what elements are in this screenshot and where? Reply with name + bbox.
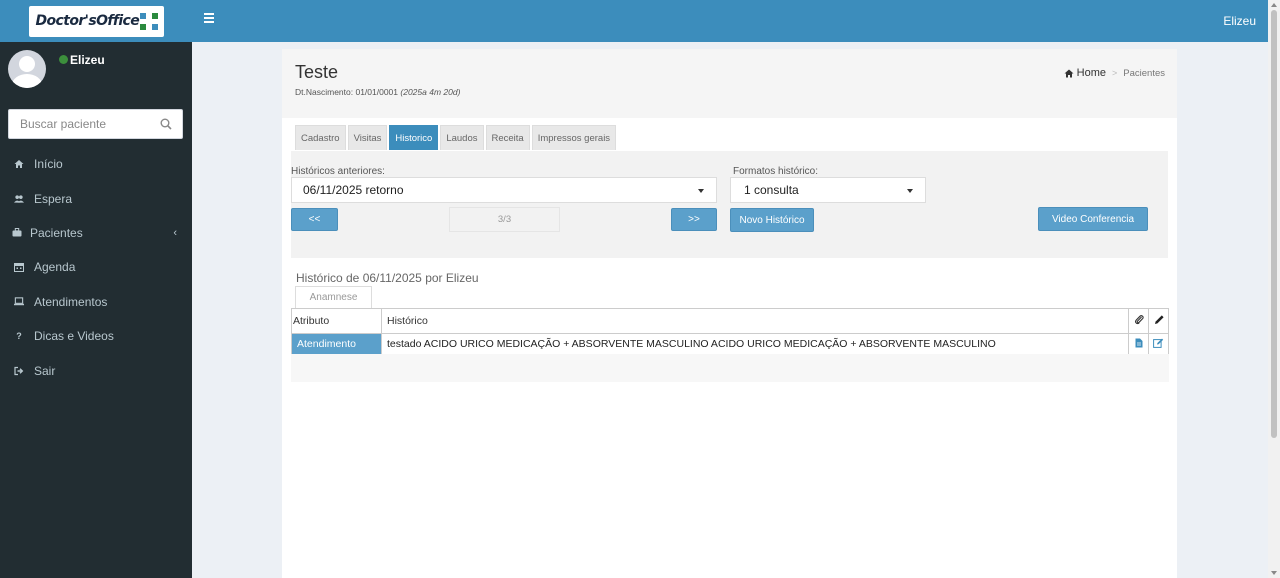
sidebar-item-pacientes[interactable]: Pacientes ‹ bbox=[0, 216, 192, 250]
breadcrumb: Home > Pacientes bbox=[1064, 67, 1165, 79]
previous-history-select[interactable]: 06/11/2025 retorno bbox=[291, 177, 717, 203]
breadcrumb-separator: > bbox=[1112, 68, 1118, 78]
laptop-icon bbox=[14, 297, 24, 307]
column-header-atributo: Atributo bbox=[291, 308, 382, 334]
breadcrumb-current[interactable]: Pacientes bbox=[1123, 68, 1165, 79]
row-attribute: Atendimento bbox=[291, 333, 382, 355]
edit-icon bbox=[1153, 338, 1164, 348]
attachment-column-header bbox=[1128, 308, 1149, 334]
patient-tabs: Cadastro Visitas Historico Laudos Receit… bbox=[295, 125, 617, 150]
sidebar-item-label: Sair bbox=[34, 363, 56, 378]
question-icon: ? bbox=[16, 331, 22, 342]
previous-history-label: Históricos anteriores: bbox=[291, 166, 385, 177]
patient-dob: Dt.Nascimento: 01/01/0001 (2025a 4m 20d) bbox=[295, 87, 460, 97]
sidebar-toggle-icon[interactable] bbox=[204, 13, 214, 23]
row-value: testado ACIDO URICO MEDICAÇÃO + ABSORVEN… bbox=[381, 333, 1129, 355]
caret-down-icon bbox=[698, 189, 704, 193]
home-icon bbox=[14, 159, 24, 169]
sidebar-item-sair[interactable]: Sair bbox=[0, 353, 192, 387]
previous-button[interactable]: << bbox=[291, 208, 338, 231]
logo-area[interactable]: Doctor'sOffice bbox=[0, 0, 192, 42]
briefcase-icon bbox=[12, 228, 22, 238]
tab-historico[interactable]: Historico bbox=[389, 125, 439, 150]
column-header-historico: Histórico bbox=[381, 308, 1129, 334]
history-form-panel: Históricos anteriores: 06/11/2025 retorn… bbox=[291, 151, 1168, 258]
history-table-footer bbox=[291, 354, 1169, 382]
calendar-icon bbox=[14, 262, 24, 273]
breadcrumb-home-label: Home bbox=[1076, 67, 1106, 79]
previous-history-value: 06/11/2025 retorno bbox=[303, 183, 404, 197]
file-icon bbox=[1135, 338, 1142, 347]
scroll-thumb[interactable] bbox=[1271, 10, 1277, 438]
sidebar-item-dicas-e-videos[interactable]: ? Dicas e Videos bbox=[0, 319, 192, 353]
scroll-up-arrow-icon[interactable] bbox=[1271, 3, 1277, 7]
tab-laudos[interactable]: Laudos bbox=[440, 125, 484, 150]
history-title: Histórico de 06/11/2025 por Elizeu bbox=[296, 271, 479, 285]
pencil-icon bbox=[1154, 315, 1164, 324]
sidebar-user-name: Elizeu bbox=[70, 53, 105, 67]
top-navbar: Elizeu bbox=[192, 0, 1268, 42]
sidebar-item-atendimentos[interactable]: Atendimentos bbox=[0, 285, 192, 319]
top-user-menu[interactable]: Elizeu bbox=[1223, 14, 1256, 28]
sidebar: Elizeu Início Espera Pacientes ‹ bbox=[0, 42, 192, 578]
logo-grid-icon bbox=[139, 12, 158, 30]
next-button[interactable]: >> bbox=[671, 208, 717, 231]
tab-receita[interactable]: Receita bbox=[485, 125, 530, 150]
sidebar-item-inicio[interactable]: Início bbox=[0, 147, 192, 181]
sidebar-item-espera[interactable]: Espera bbox=[0, 181, 192, 215]
sidebar-menu: Início Espera Pacientes ‹ Agenda Atendim… bbox=[0, 147, 192, 388]
paperclip-icon bbox=[1134, 315, 1144, 325]
sidebar-item-label: Início bbox=[34, 157, 63, 172]
table-row: Atendimento testado ACIDO URICO MEDICAÇÃ… bbox=[291, 333, 1169, 355]
sidebar-item-label: Dicas e Videos bbox=[34, 329, 114, 344]
tab-anamnese[interactable]: Anamnese bbox=[295, 286, 372, 308]
tab-cadastro[interactable]: Cadastro bbox=[295, 125, 346, 150]
page-scrollbar[interactable] bbox=[1268, 0, 1280, 578]
sidebar-item-label: Pacientes bbox=[30, 225, 83, 240]
history-pager: 3/3 bbox=[449, 207, 560, 232]
main-content: Teste Dt.Nascimento: 01/01/0001 (2025a 4… bbox=[282, 49, 1177, 578]
sidebar-item-label: Espera bbox=[34, 191, 73, 206]
breadcrumb-home[interactable]: Home bbox=[1064, 67, 1106, 79]
tab-impressos-gerais[interactable]: Impressos gerais bbox=[531, 125, 617, 150]
table-header-row: Atributo Histórico bbox=[291, 308, 1169, 334]
history-table: Atributo Histórico Atendimento testado A… bbox=[291, 308, 1169, 355]
patient-header: Teste Dt.Nascimento: 01/01/0001 (2025a 4… bbox=[282, 49, 1177, 118]
patient-search bbox=[8, 109, 183, 139]
chevron-left-icon: ‹ bbox=[173, 226, 177, 239]
online-status-icon bbox=[59, 55, 68, 64]
patient-age: (2025a 4m 20d) bbox=[400, 87, 461, 97]
users-icon bbox=[14, 194, 24, 204]
video-conference-button[interactable]: Video Conferencia bbox=[1038, 207, 1148, 231]
avatar bbox=[8, 50, 46, 88]
home-icon bbox=[1064, 69, 1074, 77]
tab-visitas[interactable]: Visitas bbox=[347, 125, 388, 150]
sidebar-item-label: Atendimentos bbox=[34, 294, 108, 309]
edit-row-button[interactable] bbox=[1148, 333, 1169, 355]
page-title: Teste bbox=[295, 62, 339, 82]
sidebar-item-agenda[interactable]: Agenda bbox=[0, 250, 192, 284]
formats-label: Formatos histórico: bbox=[733, 166, 819, 177]
search-icon[interactable] bbox=[160, 118, 172, 130]
caret-down-icon bbox=[907, 189, 913, 193]
sign-out-icon bbox=[14, 366, 24, 376]
formats-value: 1 consulta bbox=[744, 183, 799, 197]
formats-select[interactable]: 1 consulta bbox=[730, 177, 926, 203]
patient-dob-text: Dt.Nascimento: 01/01/0001 bbox=[295, 87, 399, 97]
scroll-down-arrow-icon[interactable] bbox=[1271, 571, 1277, 575]
user-panel: Elizeu bbox=[0, 42, 192, 104]
view-document-button[interactable] bbox=[1128, 333, 1149, 355]
logo-text: Doctor'sOffice bbox=[35, 13, 140, 29]
sidebar-item-label: Agenda bbox=[34, 260, 76, 275]
edit-column-header bbox=[1148, 308, 1169, 334]
patient-search-input[interactable] bbox=[9, 110, 149, 138]
logo[interactable]: Doctor'sOffice bbox=[28, 5, 164, 37]
new-history-button[interactable]: Novo Histórico bbox=[730, 208, 814, 232]
